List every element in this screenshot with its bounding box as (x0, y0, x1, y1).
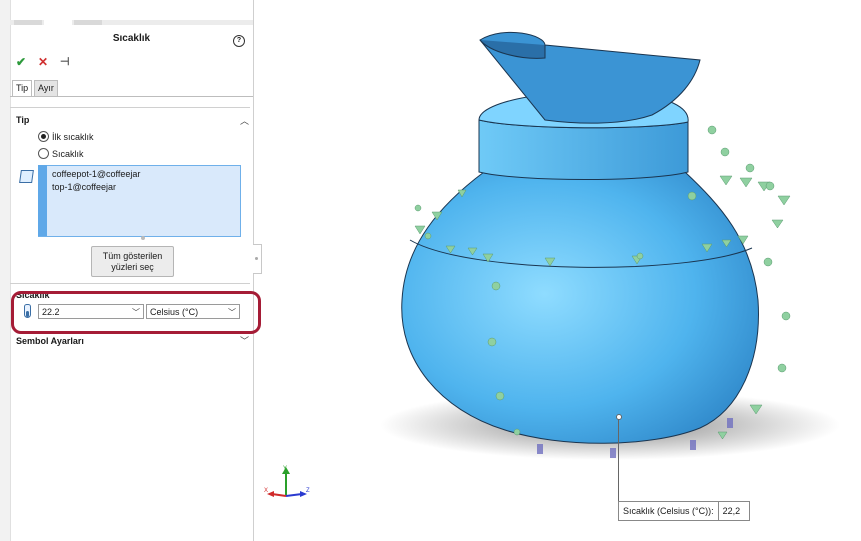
radio-initial-temperature[interactable]: İlk sıcaklık (38, 131, 94, 142)
tab-divider (10, 96, 253, 97)
ok-button[interactable]: ✔ (16, 56, 26, 68)
chevron-up-icon[interactable]: ︿ (240, 114, 249, 127)
checkmark-icon: ✔ (16, 55, 27, 69)
callout-label: Sıcaklık (Celsius (°C)): (619, 502, 719, 520)
tab-tip[interactable]: Tip (12, 80, 33, 96)
help-icon[interactable]: ? (233, 35, 245, 47)
pin-button[interactable]: ⊣ (60, 56, 70, 68)
list-item[interactable]: top-1@coffeejar (52, 182, 116, 192)
callout-leader-line (618, 416, 619, 504)
triad-x-label: X (264, 488, 268, 494)
temperature-callout[interactable]: Sıcaklık (Celsius (°C)): 22,2 (618, 501, 750, 521)
selection-active-bar (38, 165, 47, 236)
close-icon: ✕ (38, 55, 49, 69)
radio-label: İlk sıcaklık (52, 131, 94, 142)
triad-z-label: Z (306, 488, 310, 494)
radio-button-checked[interactable] (38, 131, 49, 142)
panel-title: Sıcaklık (112, 33, 151, 44)
section-divider (10, 107, 250, 108)
highlight-annotation (11, 291, 261, 334)
section-divider (10, 283, 250, 284)
callout-value: 22,2 (722, 506, 741, 516)
tip-section-header[interactable]: Tip (16, 115, 29, 125)
resize-grip[interactable] (141, 236, 145, 240)
coffeepot-neck[interactable] (478, 119, 689, 180)
radio-label: Sıcaklık (52, 148, 84, 159)
button-label-line1: Tüm gösterilen (102, 250, 163, 261)
button-label-line2: yüzleri seç (111, 261, 154, 272)
property-manager-panel: Sıcaklık ? ✔ ✕ ⊣ Tip Ayır Tip ︿ İlk sıca… (0, 0, 261, 541)
list-item[interactable]: coffeepot-1@coffeejar (52, 169, 140, 179)
manager-tab-2[interactable] (44, 20, 72, 25)
panel-collapse-handle[interactable] (253, 244, 262, 274)
tab-ayir[interactable]: Ayır (34, 80, 58, 97)
pushpin-icon: ⊣ (60, 56, 70, 68)
radio-button[interactable] (38, 148, 49, 159)
triad-y-label: Y (283, 466, 287, 472)
reference-triad-icon[interactable]: Y Z X (264, 464, 314, 504)
manager-tab-strip (10, 20, 253, 25)
cancel-button[interactable]: ✕ (38, 56, 48, 68)
manager-tab-3[interactable] (74, 20, 102, 25)
chevron-down-icon[interactable]: ﹀ (240, 334, 249, 347)
panel-left-edge (0, 0, 11, 541)
radio-temperature[interactable]: Sıcaklık (38, 148, 84, 159)
callout-anchor-point (616, 414, 622, 420)
manager-tab-1[interactable] (14, 20, 42, 25)
face-selection-icon (19, 170, 34, 183)
symbol-settings-header[interactable]: Sembol Ayarları (16, 336, 84, 346)
coffeepot-body[interactable] (401, 171, 759, 444)
graphics-viewport[interactable] (262, 0, 861, 541)
select-all-faces-button[interactable]: Tüm gösterilen yüzleri seç (91, 246, 174, 277)
